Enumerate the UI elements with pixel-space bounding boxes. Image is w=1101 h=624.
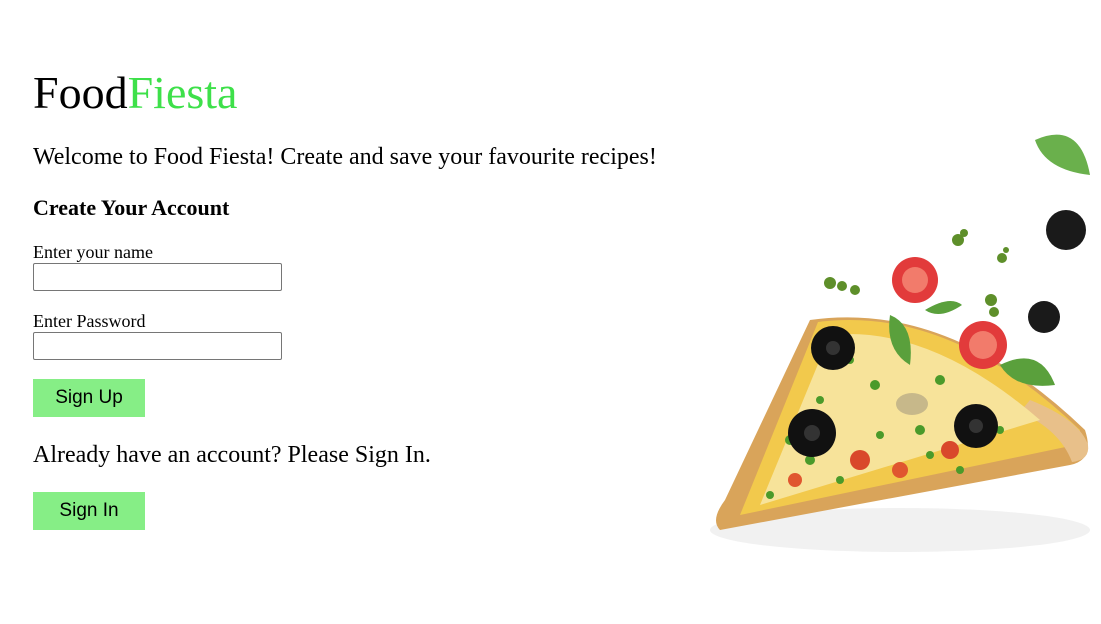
welcome-text: Welcome to Food Fiesta! Create and save … bbox=[33, 144, 657, 170]
sign-in-button[interactable]: Sign In bbox=[33, 492, 145, 530]
brand-name-part1: Food bbox=[33, 67, 128, 118]
signup-form-title: Create Your Account bbox=[33, 195, 230, 220]
brand-name-part2: Fiesta bbox=[127, 67, 238, 118]
pizza-hero-image bbox=[700, 100, 1101, 600]
name-label: Enter your name bbox=[33, 242, 153, 262]
brand-logo: FoodFiesta bbox=[33, 66, 237, 120]
signin-prompt: Already have an account? Please Sign In. bbox=[33, 442, 431, 468]
password-label: Enter Password bbox=[33, 311, 146, 331]
sign-up-button[interactable]: Sign Up bbox=[33, 379, 145, 417]
name-input[interactable] bbox=[33, 263, 282, 291]
password-input[interactable] bbox=[33, 332, 282, 360]
